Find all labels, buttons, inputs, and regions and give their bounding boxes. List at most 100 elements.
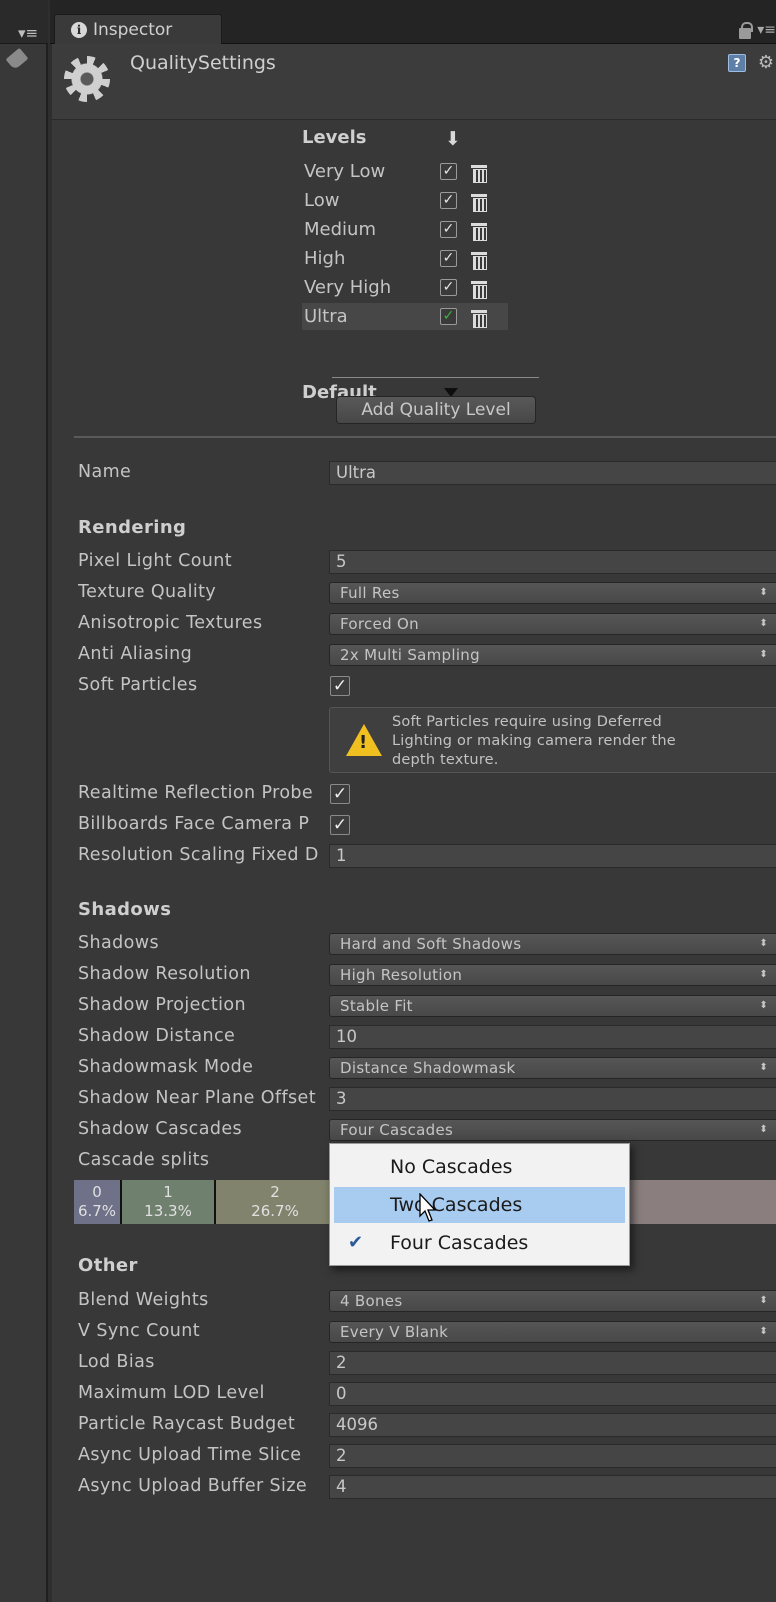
trash-icon[interactable] bbox=[471, 191, 487, 212]
tab-bar: i Inspector ▾≡ bbox=[50, 0, 776, 44]
help-icon[interactable]: ? bbox=[728, 54, 746, 72]
dropdown-value: Every V Blank bbox=[340, 1323, 449, 1341]
dropdown-value: Full Res bbox=[340, 584, 400, 602]
shadow-projection-dropdown[interactable]: Stable Fit ⬍ bbox=[329, 995, 776, 1017]
raycast-budget-field[interactable]: 4096 bbox=[329, 1413, 776, 1437]
download-arrow-icon[interactable]: ⬇ bbox=[445, 128, 461, 150]
trash-icon[interactable] bbox=[471, 307, 487, 328]
warning-icon-mark: ! bbox=[359, 732, 368, 753]
async-time-slice-field[interactable]: 2 bbox=[329, 1444, 776, 1468]
cascade-segment-0: 0 6.7% bbox=[74, 1180, 120, 1224]
warning-text: Soft Particles require using Deferred Li… bbox=[392, 714, 676, 768]
level-checkbox[interactable]: ✓ bbox=[440, 250, 457, 267]
realtime-reflection-label: Realtime Reflection Probe bbox=[78, 783, 314, 803]
cascade-segment-2: 2 26.7% bbox=[216, 1180, 334, 1224]
async-buffer-label: Async Upload Buffer Size bbox=[78, 1476, 308, 1496]
cascade-index: 0 bbox=[92, 1183, 102, 1201]
level-checkbox[interactable]: ✓ bbox=[440, 308, 457, 325]
dropdown-arrows-icon: ⬍ bbox=[759, 969, 768, 980]
name-label: Name bbox=[78, 462, 132, 482]
near-plane-field[interactable]: 3 bbox=[329, 1087, 776, 1111]
menu-item-label: Two Cascades bbox=[390, 1194, 523, 1216]
billboards-checkbox[interactable]: ✓ bbox=[330, 815, 350, 835]
shadow-cascades-label: Shadow Cascades bbox=[78, 1119, 243, 1139]
level-row[interactable]: High ✓ bbox=[302, 245, 508, 272]
texture-quality-dropdown[interactable]: Full Res ⬍ bbox=[329, 582, 776, 604]
tab-menu-icon[interactable]: ▾≡ bbox=[757, 22, 776, 39]
shadow-distance-field[interactable]: 10 bbox=[329, 1025, 776, 1049]
shadow-cascades-dropdown[interactable]: Four Cascades ⬍ bbox=[329, 1119, 776, 1141]
tab-label: Inspector bbox=[93, 19, 173, 40]
dropdown-value: 4 Bones bbox=[340, 1292, 403, 1310]
menu-item-no-cascades[interactable]: No Cascades bbox=[334, 1149, 625, 1185]
realtime-reflection-checkbox[interactable]: ✓ bbox=[330, 784, 350, 804]
shadow-projection-label: Shadow Projection bbox=[78, 995, 246, 1015]
other-heading: Other bbox=[78, 1255, 138, 1276]
level-name: Ultra bbox=[304, 306, 348, 327]
level-row[interactable]: Very Low ✓ bbox=[302, 158, 508, 185]
add-quality-level-button[interactable]: Add Quality Level bbox=[336, 396, 536, 424]
cascade-splits-label: Cascade splits bbox=[78, 1150, 210, 1170]
dropdown-arrows-icon: ⬍ bbox=[759, 587, 768, 598]
dropdown-arrows-icon: ⬍ bbox=[759, 938, 768, 949]
cascade-percent: 26.7% bbox=[251, 1202, 299, 1220]
gear-icon[interactable]: ⚙ bbox=[758, 52, 774, 73]
lock-icon[interactable] bbox=[739, 22, 754, 39]
hierarchy-panel-edge: ▾≡ bbox=[0, 0, 48, 1602]
raycast-budget-label: Particle Raycast Budget bbox=[78, 1414, 296, 1434]
level-row[interactable]: Very High ✓ bbox=[302, 274, 508, 301]
shadows-dropdown[interactable]: Hard and Soft Shadows ⬍ bbox=[329, 933, 776, 955]
level-checkbox[interactable]: ✓ bbox=[440, 221, 457, 238]
menu-item-four-cascades[interactable]: ✔ Four Cascades bbox=[334, 1225, 625, 1261]
trash-icon[interactable] bbox=[471, 220, 487, 241]
level-checkbox[interactable]: ✓ bbox=[440, 192, 457, 209]
shadowmask-label: Shadowmask Mode bbox=[78, 1057, 254, 1077]
anisotropic-label: Anisotropic Textures bbox=[78, 613, 263, 633]
tag-icon[interactable] bbox=[5, 47, 29, 71]
blend-weights-dropdown[interactable]: 4 Bones ⬍ bbox=[329, 1290, 776, 1312]
menu-item-label: Four Cascades bbox=[390, 1232, 529, 1254]
level-checkbox[interactable]: ✓ bbox=[440, 163, 457, 180]
shadow-resolution-label: Shadow Resolution bbox=[78, 964, 251, 984]
tab-controls: ▾≡ bbox=[739, 22, 776, 39]
level-row[interactable]: Low ✓ bbox=[302, 187, 508, 214]
resolution-scaling-field[interactable]: 1 bbox=[329, 844, 776, 868]
blend-weights-label: Blend Weights bbox=[78, 1290, 209, 1310]
dropdown-arrows-icon: ⬍ bbox=[759, 1124, 768, 1135]
trash-icon[interactable] bbox=[471, 162, 487, 183]
dropdown-arrows-icon: ⬍ bbox=[759, 649, 768, 660]
max-lod-label: Maximum LOD Level bbox=[78, 1383, 265, 1403]
panel-menu-icon[interactable]: ▾≡ bbox=[18, 24, 38, 42]
name-field[interactable]: Ultra bbox=[329, 461, 776, 485]
async-buffer-field[interactable]: 4 bbox=[329, 1475, 776, 1499]
checkmark-icon: ✔ bbox=[348, 1232, 364, 1253]
shadow-distance-label: Shadow Distance bbox=[78, 1026, 236, 1046]
soft-particles-label: Soft Particles bbox=[78, 675, 198, 695]
anisotropic-dropdown[interactable]: Forced On ⬍ bbox=[329, 613, 776, 635]
dropdown-value: High Resolution bbox=[340, 966, 463, 984]
tab-inspector[interactable]: i Inspector bbox=[54, 14, 222, 44]
max-lod-field[interactable]: 0 bbox=[329, 1382, 776, 1406]
shadow-resolution-dropdown[interactable]: High Resolution ⬍ bbox=[329, 964, 776, 986]
dropdown-arrows-icon: ⬍ bbox=[759, 1326, 768, 1337]
vsync-label: V Sync Count bbox=[78, 1321, 201, 1341]
pixel-light-count-field[interactable]: 5 bbox=[329, 550, 776, 574]
level-row[interactable]: Medium ✓ bbox=[302, 216, 508, 243]
level-checkbox[interactable]: ✓ bbox=[440, 279, 457, 296]
dropdown-arrows-icon: ⬍ bbox=[759, 1062, 768, 1073]
anti-aliasing-dropdown[interactable]: 2x Multi Sampling ⬍ bbox=[329, 644, 776, 666]
cascade-segment-1: 1 13.3% bbox=[122, 1180, 214, 1224]
levels-heading: Levels bbox=[302, 127, 367, 148]
lod-bias-field[interactable]: 2 bbox=[329, 1351, 776, 1375]
shadowmask-dropdown[interactable]: Distance Shadowmask ⬍ bbox=[329, 1057, 776, 1079]
menu-item-two-cascades[interactable]: Two Cascades bbox=[334, 1187, 625, 1223]
vsync-dropdown[interactable]: Every V Blank ⬍ bbox=[329, 1321, 776, 1343]
dropdown-arrows-icon: ⬍ bbox=[759, 1295, 768, 1306]
soft-particles-checkbox[interactable]: ✓ bbox=[330, 676, 350, 696]
anti-aliasing-label: Anti Aliasing bbox=[78, 644, 193, 664]
settings-gear-icon bbox=[64, 56, 110, 102]
shadows-heading: Shadows bbox=[78, 899, 172, 920]
level-row-selected[interactable]: Ultra ✓ bbox=[302, 303, 508, 330]
trash-icon[interactable] bbox=[471, 249, 487, 270]
trash-icon[interactable] bbox=[471, 278, 487, 299]
